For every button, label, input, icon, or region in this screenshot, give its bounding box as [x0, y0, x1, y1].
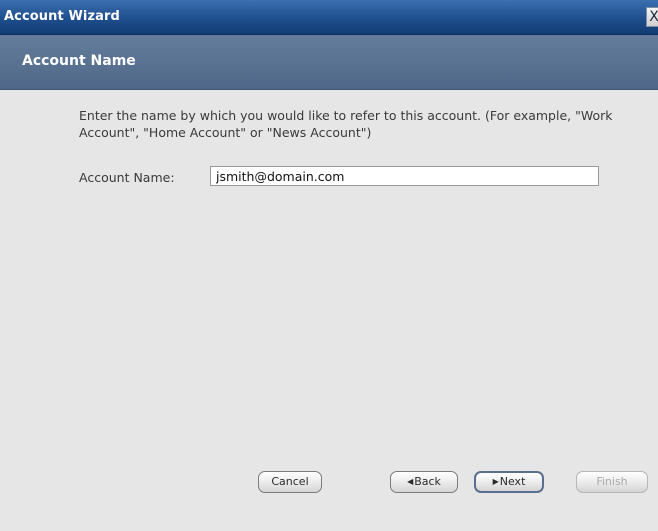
back-button[interactable]: ◀Back [390, 471, 458, 493]
account-name-label: Account Name: [79, 170, 175, 185]
finish-button-label: Finish [596, 475, 628, 488]
wizard-content: Enter the name by which you would like t… [0, 90, 658, 531]
instructions-text: Enter the name by which you would like t… [79, 108, 613, 140]
wizard-header: Account Name [0, 35, 658, 90]
back-arrow-icon: ◀ [407, 477, 414, 486]
account-wizard-window: Account Wizard X Account Name Enter the … [0, 0, 658, 531]
cancel-button[interactable]: Cancel [258, 471, 322, 493]
next-button-label: Next [499, 475, 526, 488]
finish-button[interactable]: Finish [576, 471, 648, 493]
page-title: Account Name [22, 53, 136, 69]
title-bar[interactable]: Account Wizard X [0, 0, 658, 35]
window-title: Account Wizard [4, 9, 120, 24]
back-button-label: Back [414, 475, 441, 488]
cancel-button-label: Cancel [271, 475, 309, 488]
close-icon[interactable]: X [646, 7, 658, 27]
next-button[interactable]: ▶Next [474, 471, 544, 493]
next-arrow-icon: ▶ [492, 477, 499, 486]
account-name-input[interactable] [210, 166, 599, 186]
